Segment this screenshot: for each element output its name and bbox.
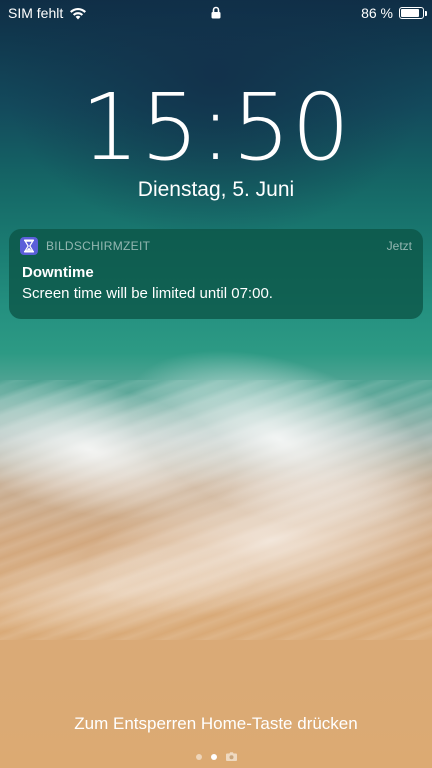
notification-title: Downtime <box>22 264 94 281</box>
notification-body: Screen time will be limited until 07:00. <box>22 285 273 302</box>
notification-time: Jetzt <box>386 239 412 253</box>
status-right: 86 % <box>361 5 427 21</box>
lock-screen-clock: 15:50 <box>80 74 352 181</box>
unlock-hint: Zum Entsperren Home-Taste drücken <box>74 714 358 733</box>
page-dot-active[interactable] <box>210 753 217 760</box>
lock-icon <box>211 6 221 19</box>
page-indicator <box>0 752 432 761</box>
camera-icon[interactable] <box>225 752 237 761</box>
wifi-icon <box>69 7 87 20</box>
carrier-label: SIM fehlt <box>8 5 64 21</box>
battery-icon <box>399 7 427 19</box>
notification-app-name: BILDSCHIRMZEIT <box>46 239 151 253</box>
page-dot[interactable] <box>195 753 202 760</box>
notification-card[interactable]: BILDSCHIRMZEIT Jetzt Downtime Screen tim… <box>9 229 423 319</box>
notification-header: BILDSCHIRMZEIT Jetzt <box>9 229 423 263</box>
status-left: SIM fehlt <box>8 5 87 21</box>
lock-screen-date: Dienstag, 5. Juni <box>137 178 295 201</box>
status-bar: SIM fehlt 86 % <box>0 0 432 26</box>
hourglass-icon <box>20 237 38 255</box>
battery-fill <box>401 9 419 17</box>
battery-percent: 86 % <box>361 5 393 21</box>
